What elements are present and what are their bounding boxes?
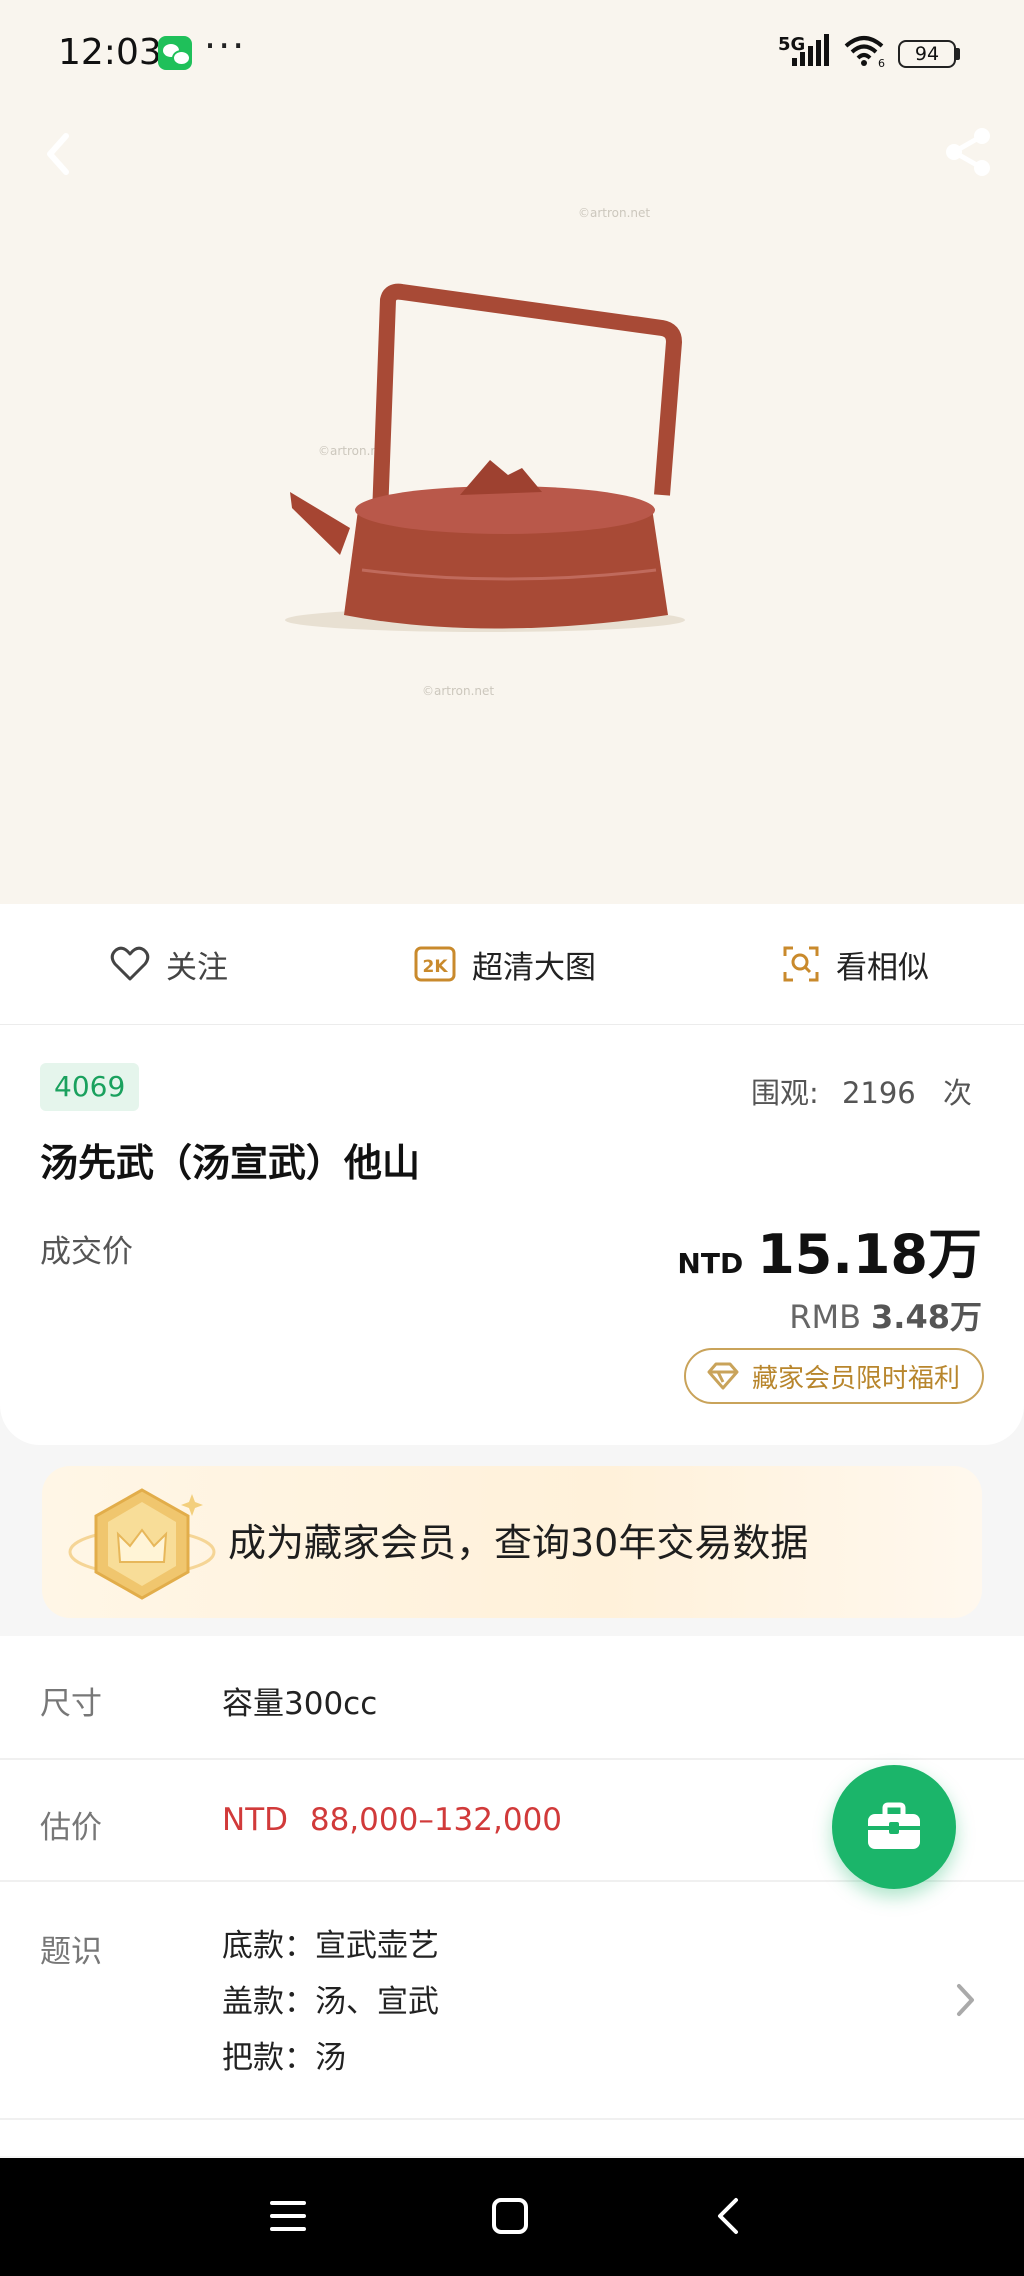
estimate-range: 88,000–132,000 (309, 1802, 563, 1838)
teapot-image (285, 283, 685, 632)
wifi-badge: 6 (878, 57, 885, 68)
home-icon[interactable] (490, 2196, 530, 2236)
status-time: 12:03 (58, 32, 162, 73)
row-divider (0, 2118, 1024, 2120)
views-label: 围观: (750, 1076, 819, 1110)
rmb-price: RMB 3.48万 (789, 1292, 982, 1338)
inscription-item: 底款：宣武壶艺 (222, 1928, 439, 1964)
diamond-icon (706, 1362, 740, 1390)
views-count: 2196 (841, 1076, 916, 1110)
inscription-list[interactable]: 底款：宣武壶艺 盖款：汤、宣武 把款：汤 (222, 1918, 439, 2086)
back-icon[interactable] (36, 124, 80, 184)
lot-title: 汤先武（汤宣武）他山 (40, 1141, 421, 1185)
battery-level: 94 (898, 40, 956, 68)
deal-price: NTD 15.18万 (677, 1210, 982, 1289)
estimate-value: NTD 88,000–132,000 (222, 1802, 562, 1838)
crown-badge-icon (68, 1488, 216, 1600)
briefcase-fab-button[interactable] (832, 1765, 956, 1889)
wifi-icon: 6 (844, 36, 885, 68)
lot-details (0, 1636, 1024, 2156)
inscription-item: 盖款：汤、宣武 (222, 1984, 439, 2020)
follow-label: 关注 (166, 949, 228, 986)
briefcase-icon (868, 1802, 920, 1849)
size-value: 容量300cc (222, 1686, 378, 1722)
lot-number-badge: 4069 (40, 1063, 140, 1111)
image-search-icon (782, 945, 820, 983)
price-value: 15.18万 (757, 1223, 982, 1286)
price-currency: NTD (677, 1247, 744, 1280)
nav-back-icon[interactable] (712, 2196, 746, 2236)
estimate-label: 估价 (40, 1810, 102, 1846)
action-bar: 关注 2K 超清大图 看相似 (0, 904, 1024, 1025)
views-unit: 次 (942, 1076, 972, 1110)
row-divider (0, 1758, 1024, 1760)
inscription-item: 把款：汤 (222, 2040, 346, 2076)
vip-label: 藏家会员限时福利 (751, 1363, 960, 1394)
share-icon[interactable] (940, 122, 996, 182)
estimate-currency: NTD (222, 1802, 288, 1838)
hd-image-button[interactable]: 2K 超清大图 (414, 904, 596, 1024)
view-count: 围观: 2196 次 (751, 1070, 972, 1112)
watermark: ©artron.net (578, 206, 651, 220)
hd-label: 超清大图 (472, 949, 596, 986)
system-nav-bar (0, 2158, 1024, 2276)
similar-label: 看相似 (836, 949, 929, 986)
hd-badge: 2K (422, 957, 448, 977)
rmb-value: 3.48万 (871, 1298, 982, 1336)
battery-tip (956, 48, 960, 60)
status-more-dots: ··· (204, 24, 247, 68)
find-similar-button[interactable]: 看相似 (782, 904, 929, 1024)
deal-price-label: 成交价 (40, 1234, 133, 1270)
wechat-icon (158, 36, 192, 70)
menu-icon[interactable] (268, 2198, 308, 2234)
signal-icon (792, 34, 829, 66)
inscription-label: 题识 (40, 1934, 102, 1970)
heart-icon (110, 946, 150, 982)
size-label: 尺寸 (40, 1686, 102, 1722)
hd-2k-icon: 2K (414, 946, 456, 982)
chevron-right-icon[interactable] (952, 1980, 978, 2020)
vip-benefit-button[interactable]: 藏家会员限时福利 (683, 1348, 984, 1404)
rmb-currency: RMB (789, 1298, 862, 1336)
follow-button[interactable]: 关注 (110, 904, 228, 1024)
banner-text: 成为藏家会员，查询30年交易数据 (228, 1521, 809, 1565)
